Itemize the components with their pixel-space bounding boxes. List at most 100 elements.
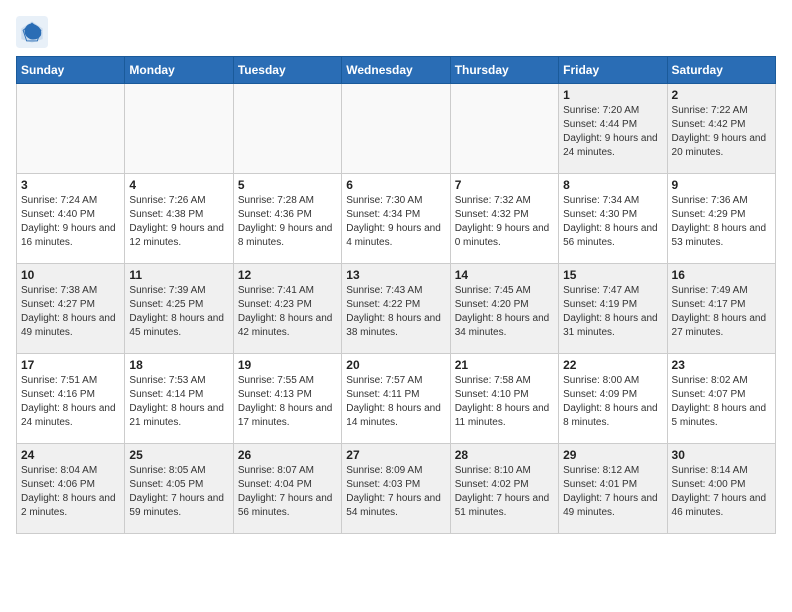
logo [16, 16, 54, 48]
day-number: 30 [672, 448, 771, 462]
weekday-friday: Friday [559, 57, 667, 84]
day-info: Sunrise: 7:58 AM Sunset: 4:10 PM Dayligh… [455, 374, 554, 430]
day-info: Sunrise: 8:12 AM Sunset: 4:01 PM Dayligh… [563, 464, 662, 520]
calendar-cell: 22 Sunrise: 8:00 AM Sunset: 4:09 PM Dayli… [559, 354, 667, 444]
calendar-cell: 11Sunrise: 7:39 AM Sunset: 4:25 PM Dayli… [125, 264, 233, 354]
calendar-cell: 15Sunrise: 7:47 AM Sunset: 4:19 PM Dayli… [559, 264, 667, 354]
day-number: 20 [346, 358, 445, 372]
day-info: Sunrise: 8:04 AM Sunset: 4:06 PM Dayligh… [21, 464, 120, 520]
logo-icon [16, 16, 48, 48]
weekday-header-row: SundayMondayTuesdayWednesdayThursdayFrid… [17, 57, 776, 84]
day-number: 16 [672, 268, 771, 282]
day-number: 4 [129, 178, 228, 192]
calendar-cell [450, 84, 558, 174]
calendar-cell: 6 Sunrise: 7:30 AM Sunset: 4:34 PM Daylig… [342, 174, 450, 264]
calendar-cell: 20Sunrise: 7:57 AM Sunset: 4:11 PM Dayli… [342, 354, 450, 444]
calendar-cell: 13 Sunrise: 7:43 AM Sunset: 4:22 PM Dayli… [342, 264, 450, 354]
weekday-monday: Monday [125, 57, 233, 84]
day-info: Sunrise: 7:28 AM Sunset: 4:36 PM Dayligh… [238, 194, 337, 250]
calendar-cell: 8 Sunrise: 7:34 AM Sunset: 4:30 PM Daylig… [559, 174, 667, 264]
day-number: 11 [129, 268, 228, 282]
day-number: 9 [672, 178, 771, 192]
day-number: 15 [563, 268, 662, 282]
calendar-cell: 4Sunrise: 7:26 AM Sunset: 4:38 PM Daylig… [125, 174, 233, 264]
day-number: 17 [21, 358, 120, 372]
day-number: 22 [563, 358, 662, 372]
day-number: 18 [129, 358, 228, 372]
page-header [16, 16, 776, 48]
week-row-3: 10 Sunrise: 7:38 AM Sunset: 4:27 PM Dayli… [17, 264, 776, 354]
day-number: 19 [238, 358, 337, 372]
calendar-cell: 30 Sunrise: 8:14 AM Sunset: 4:00 PM Dayli… [667, 444, 775, 534]
calendar-cell: 2 Sunrise: 7:22 AM Sunset: 4:42 PM Daylig… [667, 84, 775, 174]
calendar-cell: 12 Sunrise: 7:41 AM Sunset: 4:23 PM Dayli… [233, 264, 341, 354]
day-number: 27 [346, 448, 445, 462]
day-number: 29 [563, 448, 662, 462]
day-number: 5 [238, 178, 337, 192]
day-info: Sunrise: 7:55 AM Sunset: 4:13 PM Dayligh… [238, 374, 337, 430]
day-number: 2 [672, 88, 771, 102]
day-number: 10 [21, 268, 120, 282]
day-number: 6 [346, 178, 445, 192]
week-row-1: 1Sunrise: 7:20 AM Sunset: 4:44 PM Daylig… [17, 84, 776, 174]
day-info: Sunrise: 7:41 AM Sunset: 4:23 PM Dayligh… [238, 284, 337, 340]
calendar-cell: 25Sunrise: 8:05 AM Sunset: 4:05 PM Dayli… [125, 444, 233, 534]
day-number: 23 [672, 358, 771, 372]
calendar-cell: 9 Sunrise: 7:36 AM Sunset: 4:29 PM Daylig… [667, 174, 775, 264]
calendar-cell: 7 Sunrise: 7:32 AM Sunset: 4:32 PM Daylig… [450, 174, 558, 264]
day-info: Sunrise: 7:30 AM Sunset: 4:34 PM Dayligh… [346, 194, 445, 250]
day-number: 24 [21, 448, 120, 462]
day-info: Sunrise: 7:22 AM Sunset: 4:42 PM Dayligh… [672, 104, 771, 160]
day-number: 8 [563, 178, 662, 192]
day-info: Sunrise: 7:24 AM Sunset: 4:40 PM Dayligh… [21, 194, 120, 250]
calendar-cell [342, 84, 450, 174]
day-number: 1 [563, 88, 662, 102]
day-info: Sunrise: 7:32 AM Sunset: 4:32 PM Dayligh… [455, 194, 554, 250]
day-info: Sunrise: 7:34 AM Sunset: 4:30 PM Dayligh… [563, 194, 662, 250]
weekday-tuesday: Tuesday [233, 57, 341, 84]
day-info: Sunrise: 7:45 AM Sunset: 4:20 PM Dayligh… [455, 284, 554, 340]
calendar-cell [17, 84, 125, 174]
day-number: 7 [455, 178, 554, 192]
week-row-4: 17 Sunrise: 7:51 AM Sunset: 4:16 PM Dayli… [17, 354, 776, 444]
calendar-cell: 29 Sunrise: 8:12 AM Sunset: 4:01 PM Dayli… [559, 444, 667, 534]
day-number: 12 [238, 268, 337, 282]
calendar-cell: 10 Sunrise: 7:38 AM Sunset: 4:27 PM Dayli… [17, 264, 125, 354]
day-info: Sunrise: 7:43 AM Sunset: 4:22 PM Dayligh… [346, 284, 445, 340]
calendar-cell: 5 Sunrise: 7:28 AM Sunset: 4:36 PM Daylig… [233, 174, 341, 264]
calendar-table: SundayMondayTuesdayWednesdayThursdayFrid… [16, 56, 776, 534]
calendar-cell: 18 Sunrise: 7:53 AM Sunset: 4:14 PM Dayli… [125, 354, 233, 444]
calendar-cell: 28 Sunrise: 8:10 AM Sunset: 4:02 PM Dayli… [450, 444, 558, 534]
calendar-cell [233, 84, 341, 174]
day-info: Sunrise: 7:51 AM Sunset: 4:16 PM Dayligh… [21, 374, 120, 430]
day-number: 25 [129, 448, 228, 462]
day-number: 3 [21, 178, 120, 192]
day-info: Sunrise: 7:38 AM Sunset: 4:27 PM Dayligh… [21, 284, 120, 340]
day-info: Sunrise: 7:49 AM Sunset: 4:17 PM Dayligh… [672, 284, 771, 340]
day-number: 26 [238, 448, 337, 462]
calendar-cell: 1Sunrise: 7:20 AM Sunset: 4:44 PM Daylig… [559, 84, 667, 174]
day-number: 28 [455, 448, 554, 462]
day-info: Sunrise: 8:00 AM Sunset: 4:09 PM Dayligh… [563, 374, 662, 430]
calendar-cell: 16 Sunrise: 7:49 AM Sunset: 4:17 PM Dayli… [667, 264, 775, 354]
day-info: Sunrise: 7:53 AM Sunset: 4:14 PM Dayligh… [129, 374, 228, 430]
day-info: Sunrise: 8:02 AM Sunset: 4:07 PM Dayligh… [672, 374, 771, 430]
calendar-cell: 23 Sunrise: 8:02 AM Sunset: 4:07 PM Dayli… [667, 354, 775, 444]
calendar-cell: 21 Sunrise: 7:58 AM Sunset: 4:10 PM Dayli… [450, 354, 558, 444]
week-row-2: 3 Sunrise: 7:24 AM Sunset: 4:40 PM Daylig… [17, 174, 776, 264]
calendar-cell: 26 Sunrise: 8:07 AM Sunset: 4:04 PM Dayli… [233, 444, 341, 534]
day-number: 13 [346, 268, 445, 282]
weekday-saturday: Saturday [667, 57, 775, 84]
calendar-cell: 14Sunrise: 7:45 AM Sunset: 4:20 PM Dayli… [450, 264, 558, 354]
calendar-cell: 17 Sunrise: 7:51 AM Sunset: 4:16 PM Dayli… [17, 354, 125, 444]
calendar-cell [125, 84, 233, 174]
day-info: Sunrise: 8:07 AM Sunset: 4:04 PM Dayligh… [238, 464, 337, 520]
calendar-body: 1Sunrise: 7:20 AM Sunset: 4:44 PM Daylig… [17, 84, 776, 534]
week-row-5: 24 Sunrise: 8:04 AM Sunset: 4:06 PM Dayli… [17, 444, 776, 534]
day-info: Sunrise: 7:36 AM Sunset: 4:29 PM Dayligh… [672, 194, 771, 250]
weekday-thursday: Thursday [450, 57, 558, 84]
day-info: Sunrise: 8:10 AM Sunset: 4:02 PM Dayligh… [455, 464, 554, 520]
day-info: Sunrise: 8:14 AM Sunset: 4:00 PM Dayligh… [672, 464, 771, 520]
weekday-wednesday: Wednesday [342, 57, 450, 84]
day-number: 21 [455, 358, 554, 372]
